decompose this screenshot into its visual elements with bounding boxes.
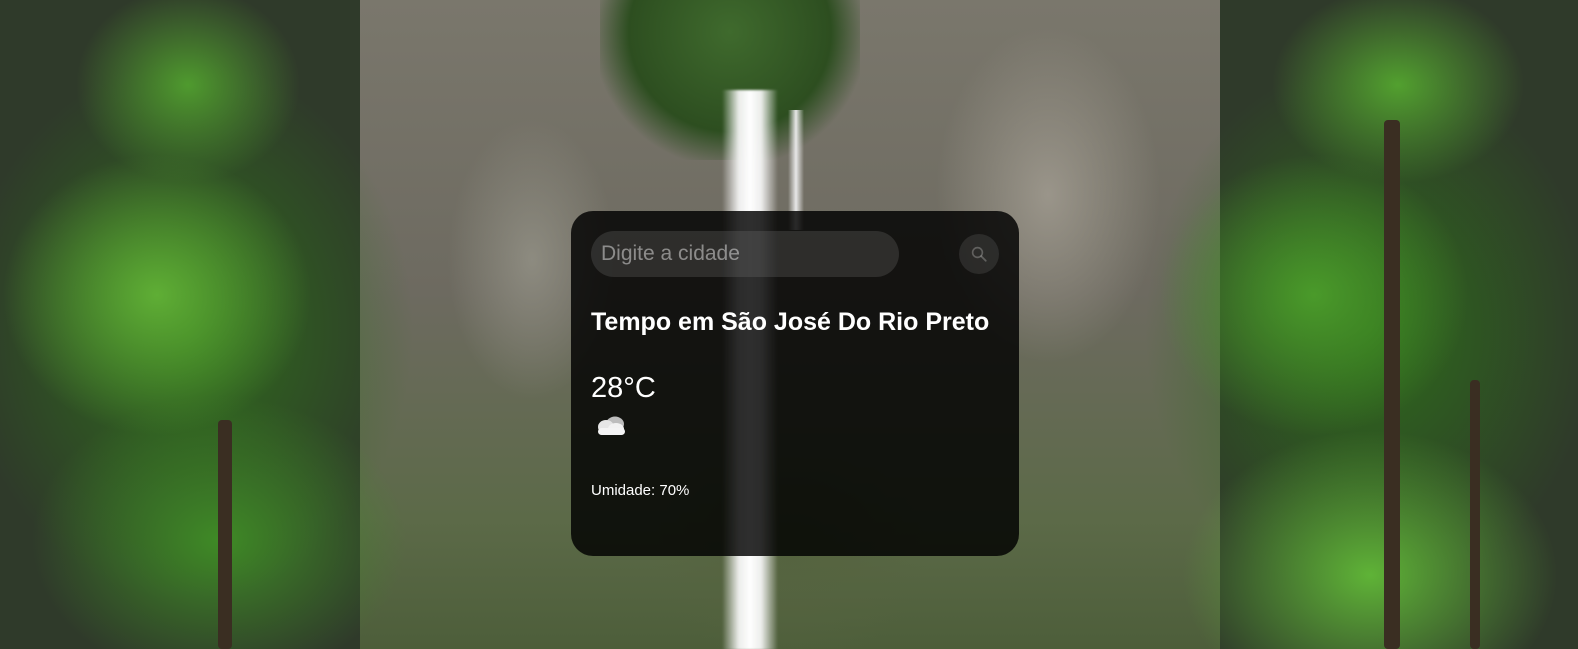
tree-trunk: [1384, 120, 1400, 649]
city-search-input[interactable]: [591, 231, 899, 277]
temperature: 28°C: [591, 372, 656, 404]
humidity-label: Umidade: 70%: [591, 482, 690, 499]
tree-right: [1090, 0, 1578, 649]
search-bar: [591, 231, 999, 277]
search-icon: [971, 246, 987, 262]
search-button[interactable]: [959, 234, 999, 274]
city-title: Tempo em São José Do Rio Preto: [591, 308, 990, 336]
tree-trunk: [218, 420, 232, 649]
cloud-icon: [598, 416, 625, 435]
tree-left: [0, 0, 560, 649]
weather-card: Tempo em São José Do Rio Preto 28°C Umid…: [571, 211, 1019, 556]
tree-trunk: [1470, 380, 1480, 649]
